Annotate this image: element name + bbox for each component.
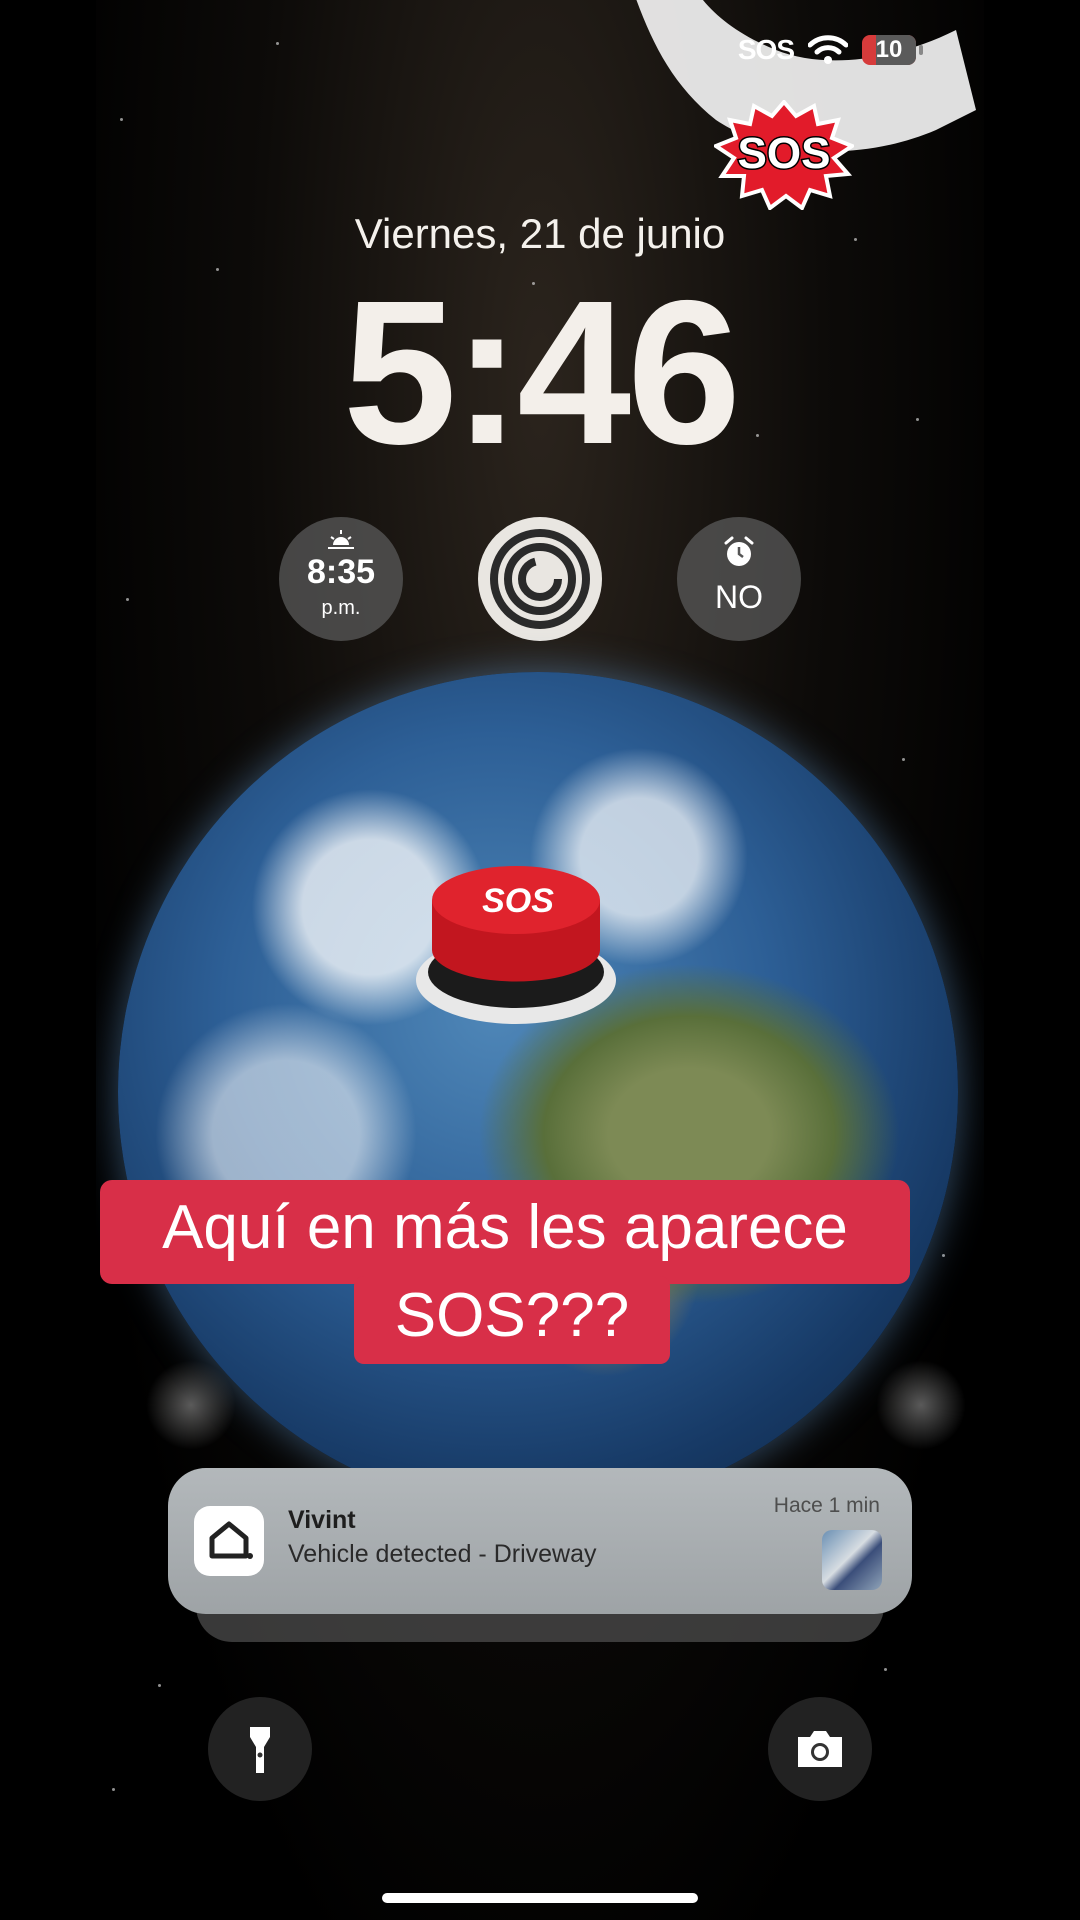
light-glow [146,1360,236,1450]
lock-screen: SOS SOS 10 Viernes, 21 de junio 5:46 8:3… [96,0,984,1920]
star [902,758,905,761]
notification-app-name: Vivint [288,1506,356,1534]
sos-button-sticker: SOS [416,866,616,1024]
notification-thumbnail [822,1530,882,1590]
sunset-icon [328,530,354,549]
caption-line2: SOS??? [394,1281,630,1350]
notification-card[interactable]: Vivint Vehicle detected - Driveway Hace … [168,1468,912,1614]
notification-time: Hace 1 min [773,1494,880,1517]
battery-indicator: 10 [862,35,923,65]
alarm-value: NO [715,579,763,615]
status-sos-label: SOS [737,34,795,65]
star [112,1788,115,1791]
sos-sticker: SOS [714,100,854,210]
star [158,1684,161,1687]
battery-level: 10 [875,36,903,63]
home-indicator[interactable] [382,1893,698,1903]
light-glow [876,1360,966,1450]
earth-wallpaper [118,672,958,1512]
status-bar: SOS 10 [737,34,923,66]
activity-rings-icon [490,529,590,629]
activity-widget[interactable] [478,517,602,641]
sunset-widget[interactable]: 8:35 p.m. [279,517,403,641]
sos-button-text: SOS [482,882,554,920]
flashlight-icon [250,1727,270,1773]
wifi-icon [808,35,848,64]
star [120,118,123,121]
lock-time: 5:46 [342,258,741,487]
camera-button[interactable] [768,1697,872,1801]
alarm-widget[interactable]: NO [677,517,801,641]
sunset-time: 8:35 [306,553,376,591]
star [126,598,129,601]
vivint-app-icon [194,1506,264,1576]
lock-date: Viernes, 21 de junio [354,210,726,257]
home-icon [209,1521,253,1559]
flashlight-button[interactable] [208,1697,312,1801]
star [276,42,279,45]
star [884,1668,887,1671]
camera-icon [798,1731,842,1767]
star [942,1254,945,1257]
notification-message: Vehicle detected - Driveway [288,1540,597,1568]
alarm-clock-icon [724,536,754,566]
sunset-period: p.m. [321,597,361,619]
sos-sticker-text: SOS [738,129,831,178]
caption-line1: Aquí en más les aparece [162,1193,848,1262]
